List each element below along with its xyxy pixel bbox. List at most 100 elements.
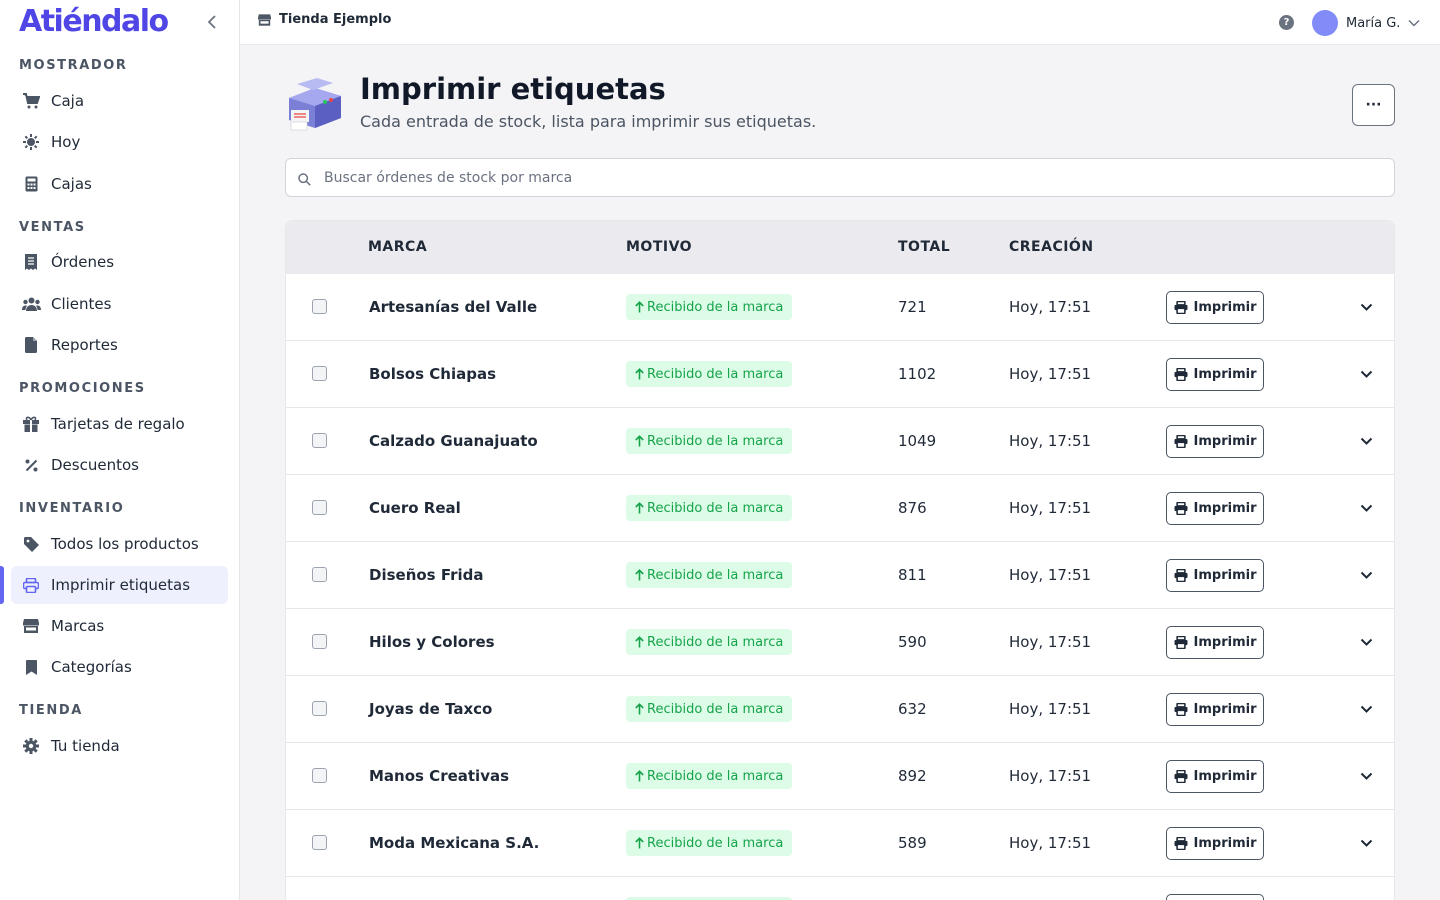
- table-row[interactable]: Diseños Frida Recibido de la marca 811 H…: [286, 542, 1394, 609]
- print-button[interactable]: Imprimir: [1166, 425, 1264, 458]
- brand-name: Hilos y Colores: [369, 633, 495, 651]
- printer-icon: [1174, 368, 1188, 381]
- print-button[interactable]: Imprimir: [1166, 894, 1264, 900]
- expand-row-button[interactable]: [1356, 364, 1376, 384]
- row-checkbox[interactable]: [312, 701, 327, 716]
- sidebar-item-label: Clientes: [51, 295, 112, 313]
- created-date: Hoy, 17:51: [1009, 834, 1092, 852]
- status-badge-label: Recibido de la marca: [647, 433, 784, 449]
- table-row[interactable]: Artesanías del Valle Recibido de la marc…: [286, 274, 1394, 341]
- sidebar-item-productos[interactable]: Todos los productos: [11, 525, 228, 563]
- collapse-sidebar-button[interactable]: [202, 12, 222, 32]
- row-checkbox[interactable]: [312, 835, 327, 850]
- row-checkbox[interactable]: [312, 366, 327, 381]
- sidebar-item-label: Tu tienda: [51, 737, 120, 755]
- expand-row-button[interactable]: [1356, 699, 1376, 719]
- print-button-label: Imprimir: [1193, 367, 1257, 382]
- search-icon: [298, 171, 311, 190]
- table-row[interactable]: Cuero Real Recibido de la marca 876 Hoy,…: [286, 475, 1394, 542]
- store-icon: [258, 13, 271, 26]
- table-row[interactable]: Hilos y Colores Recibido de la marca 590…: [286, 609, 1394, 676]
- print-button[interactable]: Imprimir: [1166, 827, 1264, 860]
- total-value: 811: [898, 566, 927, 584]
- brand-name: Manos Creativas: [369, 767, 510, 785]
- help-icon[interactable]: ?: [1279, 15, 1294, 30]
- table-row[interactable]: Calzado Guanajuato Recibido de la marca …: [286, 408, 1394, 475]
- print-button[interactable]: Imprimir: [1166, 760, 1264, 793]
- print-button[interactable]: Imprimir: [1166, 559, 1264, 592]
- chevron-down-icon: [1360, 839, 1372, 847]
- sidebar-item-label: Hoy: [51, 133, 81, 151]
- sidebar-item-imprimir-etiquetas[interactable]: Imprimir etiquetas: [11, 566, 228, 604]
- status-badge-label: Recibido de la marca: [647, 835, 784, 851]
- print-button[interactable]: Imprimir: [1166, 492, 1264, 525]
- table-row[interactable]: Recibido de la marca Imprimir: [286, 877, 1394, 900]
- search-box: [285, 158, 1395, 197]
- sidebar-item-hoy[interactable]: Hoy: [11, 123, 228, 161]
- sidebar-item-tarjetas[interactable]: Tarjetas de regalo: [11, 405, 228, 443]
- expand-row-button[interactable]: [1356, 297, 1376, 317]
- chevron-left-icon: [207, 15, 216, 29]
- print-button[interactable]: Imprimir: [1166, 358, 1264, 391]
- brand-name: Cuero Real: [369, 499, 461, 517]
- expand-row-button[interactable]: [1356, 498, 1376, 518]
- chevron-down-icon: [1360, 571, 1372, 579]
- created-date: Hoy, 17:51: [1009, 298, 1092, 316]
- app-logo[interactable]: Atiéndalo: [19, 4, 169, 39]
- sidebar-item-label: Marcas: [51, 617, 105, 635]
- sidebar-item-marcas[interactable]: Marcas: [11, 607, 228, 645]
- table-row[interactable]: Joyas de Taxco Recibido de la marca 632 …: [286, 676, 1394, 743]
- column-header-marca[interactable]: MARCA: [368, 239, 427, 255]
- arrow-up-icon: [635, 837, 644, 849]
- expand-row-button[interactable]: [1356, 431, 1376, 451]
- row-checkbox[interactable]: [312, 567, 327, 582]
- row-checkbox[interactable]: [312, 768, 327, 783]
- section-title-mostrador: MOSTRADOR: [19, 58, 128, 73]
- table-row[interactable]: Bolsos Chiapas Recibido de la marca 1102…: [286, 341, 1394, 408]
- printer-icon: [1174, 502, 1188, 515]
- sidebar-item-cajas[interactable]: Cajas: [11, 165, 228, 203]
- expand-row-button[interactable]: [1356, 833, 1376, 853]
- row-checkbox[interactable]: [312, 500, 327, 515]
- table-row[interactable]: Moda Mexicana S.A. Recibido de la marca …: [286, 810, 1394, 877]
- sidebar-item-descuentos[interactable]: Descuentos: [11, 446, 228, 484]
- expand-row-button[interactable]: [1356, 565, 1376, 585]
- row-checkbox[interactable]: [312, 433, 327, 448]
- expand-row-button[interactable]: [1356, 766, 1376, 786]
- store-selector[interactable]: Tienda Ejemplo: [258, 12, 391, 27]
- user-menu[interactable]: María G.: [1312, 10, 1420, 36]
- created-date: Hoy, 17:51: [1009, 767, 1092, 785]
- total-value: 1102: [898, 365, 937, 383]
- status-badge: Recibido de la marca: [626, 495, 793, 521]
- table-row[interactable]: Manos Creativas Recibido de la marca 892…: [286, 743, 1394, 810]
- print-button-label: Imprimir: [1193, 836, 1257, 851]
- search-input[interactable]: [324, 159, 1384, 196]
- sidebar-item-tu-tienda[interactable]: Tu tienda: [11, 727, 228, 765]
- sidebar-item-clientes[interactable]: Clientes: [11, 285, 228, 323]
- more-options-button[interactable]: ···: [1352, 84, 1395, 126]
- sidebar-item-categorias[interactable]: Categorías: [11, 648, 228, 686]
- row-checkbox[interactable]: [312, 299, 327, 314]
- print-button-label: Imprimir: [1193, 769, 1257, 784]
- total-value: 1049: [898, 432, 937, 450]
- sidebar-item-caja[interactable]: Caja: [11, 82, 228, 120]
- column-header-creacion[interactable]: CREACIÓN: [1009, 239, 1094, 255]
- brand-name: Artesanías del Valle: [369, 298, 538, 316]
- chevron-down-icon: [1360, 504, 1372, 512]
- print-button[interactable]: Imprimir: [1166, 626, 1264, 659]
- column-header-motivo[interactable]: MOTIVO: [626, 239, 692, 255]
- chevron-down-icon: [1360, 705, 1372, 713]
- total-value: 632: [898, 700, 927, 718]
- sidebar-item-label: Categorías: [51, 658, 132, 676]
- expand-row-button[interactable]: [1356, 632, 1376, 652]
- sidebar-item-ordenes[interactable]: Órdenes: [11, 243, 228, 281]
- row-checkbox[interactable]: [312, 634, 327, 649]
- status-badge-label: Recibido de la marca: [647, 299, 784, 315]
- sidebar-item-reportes[interactable]: Reportes: [11, 326, 228, 364]
- created-date: Hoy, 17:51: [1009, 700, 1092, 718]
- print-button[interactable]: Imprimir: [1166, 291, 1264, 324]
- chevron-down-icon: [1360, 638, 1372, 646]
- status-badge-label: Recibido de la marca: [647, 567, 784, 583]
- print-button[interactable]: Imprimir: [1166, 693, 1264, 726]
- column-header-total[interactable]: TOTAL: [898, 239, 950, 255]
